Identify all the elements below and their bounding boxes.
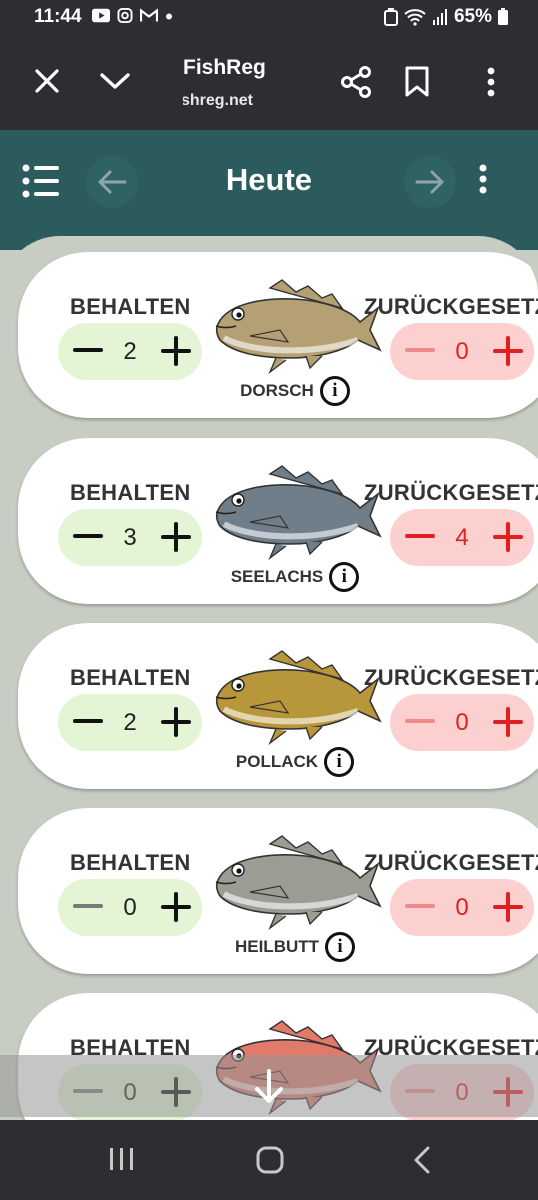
released-label: ZURÜCKGESETZT bbox=[364, 480, 538, 505]
info-icon[interactable]: i bbox=[325, 932, 356, 962]
battery-saver-icon bbox=[383, 8, 398, 26]
fish-card: BEHALTEN ZURÜCKGESETZT 2 0 DORSCH i bbox=[18, 252, 538, 418]
released-increment-button[interactable] bbox=[488, 702, 528, 742]
app-title: Heute bbox=[225, 162, 313, 197]
kept-stepper: 2 bbox=[58, 323, 202, 380]
kept-stepper: 3 bbox=[58, 509, 202, 566]
released-label: ZURÜCKGESETZT bbox=[364, 850, 538, 875]
fish-name: POLLACK bbox=[235, 752, 319, 771]
fish-name: SEELACHS bbox=[230, 567, 324, 586]
fish-name: DORSCH bbox=[240, 381, 314, 400]
page-url[interactable]: fishreg.net bbox=[183, 92, 253, 110]
info-icon[interactable]: i bbox=[319, 376, 350, 406]
status-time: 11:44 bbox=[34, 6, 82, 27]
arrow-right-icon bbox=[415, 170, 444, 194]
kept-increment-button[interactable] bbox=[156, 702, 196, 742]
more-vert-icon[interactable] bbox=[478, 64, 504, 100]
instagram-icon bbox=[117, 8, 133, 23]
youtube-icon bbox=[92, 8, 110, 23]
kept-label: BEHALTEN bbox=[70, 665, 191, 690]
kept-label: BEHALTEN bbox=[70, 294, 191, 319]
system-nav-bar bbox=[0, 1120, 538, 1200]
kept-label: BEHALTEN bbox=[70, 850, 191, 875]
released-label: ZURÜCKGESETZT bbox=[364, 294, 538, 319]
battery-icon bbox=[498, 8, 508, 25]
kept-label: BEHALTEN bbox=[70, 480, 191, 505]
released-stepper: 4 bbox=[390, 509, 534, 566]
bookmark-icon[interactable] bbox=[402, 64, 432, 100]
home-icon[interactable] bbox=[254, 1144, 288, 1176]
fish-card: BEHALTEN ZURÜCKGESETZT 0 0 HEILBUTT i bbox=[18, 808, 538, 974]
fish-list[interactable]: BEHALTEN ZURÜCKGESETZT 2 0 DORSCH i BEHA… bbox=[0, 236, 538, 1136]
wifi-icon bbox=[404, 9, 426, 26]
app-more-icon[interactable] bbox=[478, 164, 498, 198]
share-icon[interactable] bbox=[338, 64, 374, 100]
status-bar: 11:44 65% bbox=[0, 0, 538, 34]
fish-card: BEHALTEN ZURÜCKGESETZT 3 4 SEELACHS i bbox=[18, 438, 538, 604]
app-header: Heute bbox=[0, 130, 538, 250]
chevron-down-icon[interactable] bbox=[97, 64, 133, 98]
released-stepper: 0 bbox=[390, 694, 534, 751]
recent-apps-icon[interactable] bbox=[104, 1144, 140, 1176]
kept-stepper: 0 bbox=[58, 879, 202, 936]
gmail-icon bbox=[140, 8, 158, 22]
back-icon[interactable] bbox=[410, 1144, 438, 1176]
close-icon[interactable] bbox=[30, 64, 64, 98]
kept-increment-button[interactable] bbox=[156, 887, 196, 927]
scroll-down-icon[interactable] bbox=[249, 1067, 289, 1107]
fish-image bbox=[210, 649, 382, 746]
browser-toolbar: FishReg fishreg.net bbox=[0, 34, 538, 130]
scroll-overlay bbox=[0, 1055, 538, 1117]
info-icon[interactable]: i bbox=[329, 562, 360, 592]
page-title: FishReg bbox=[183, 56, 266, 79]
kept-stepper: 2 bbox=[58, 694, 202, 751]
released-increment-button[interactable] bbox=[488, 887, 528, 927]
released-label: ZURÜCKGESETZT bbox=[364, 665, 538, 690]
battery-percent: 65% bbox=[453, 6, 492, 27]
fish-name: HEILBUTT bbox=[234, 937, 320, 956]
released-increment-button[interactable] bbox=[488, 517, 528, 557]
kept-increment-button[interactable] bbox=[156, 331, 196, 371]
kept-increment-button[interactable] bbox=[156, 517, 196, 557]
released-stepper: 0 bbox=[390, 323, 534, 380]
released-increment-button[interactable] bbox=[488, 331, 528, 371]
released-stepper: 0 bbox=[390, 879, 534, 936]
fish-card: BEHALTEN ZURÜCKGESETZT 2 0 POLLACK i bbox=[18, 623, 538, 789]
dot-icon bbox=[166, 13, 172, 20]
next-day-button[interactable] bbox=[404, 156, 456, 208]
fish-image bbox=[210, 834, 382, 931]
fish-image bbox=[210, 464, 382, 561]
fish-image bbox=[210, 278, 382, 375]
info-icon[interactable]: i bbox=[324, 747, 355, 777]
signal-icon bbox=[432, 9, 447, 25]
